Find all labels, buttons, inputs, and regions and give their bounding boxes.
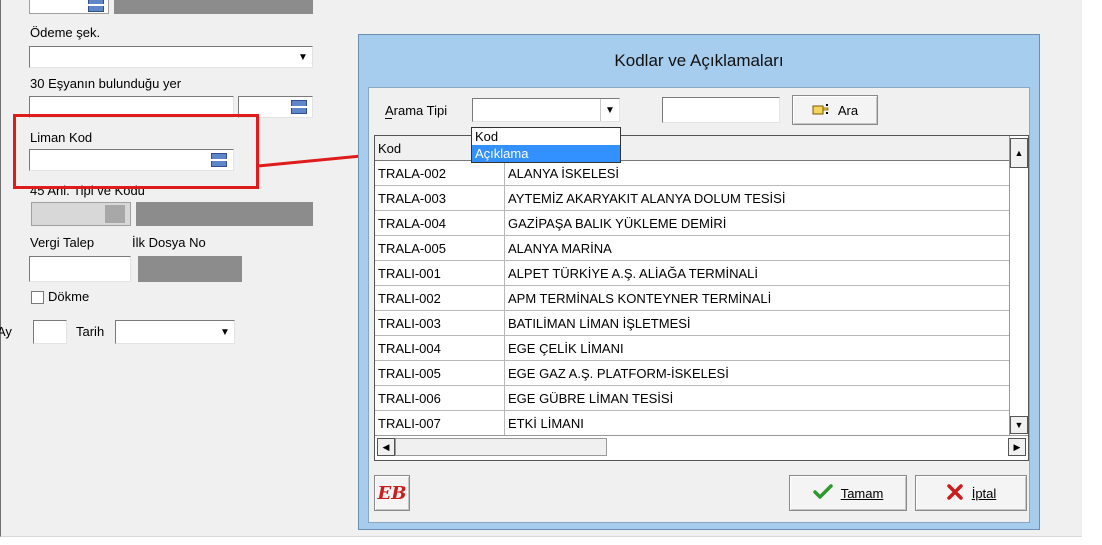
cell-kod: TRALI-006 — [375, 386, 505, 410]
cell-aciklama: APM TERMİNALS KONTEYNER TERMİNALİ — [508, 290, 772, 306]
cancel-x-icon — [946, 483, 964, 503]
arama-tipi-label: Arama Tipi — [385, 103, 448, 118]
esya-label: 30 Eşyanın bulunduğu yer — [30, 76, 182, 91]
top-gray-field — [114, 0, 313, 14]
cell-kod: TRALI-005 — [375, 361, 505, 385]
cell-kod: TRALA-003 — [375, 186, 505, 210]
anl-field[interactable] — [31, 202, 131, 226]
cell-aciklama: ETKİ LİMANI — [508, 415, 584, 431]
tarih-label: Tarih — [76, 324, 105, 339]
odeme-combo[interactable]: ▼ — [29, 46, 313, 68]
arama-tipi-combo[interactable]: ▼ — [472, 98, 620, 122]
iptal-label: İptal — [971, 485, 997, 501]
search-input[interactable] — [662, 97, 780, 123]
chevron-down-icon[interactable]: ▼ — [600, 99, 619, 121]
annotation-box — [13, 114, 259, 189]
tamam-label: Tamam — [840, 485, 884, 501]
search-hand-icon — [812, 103, 830, 117]
cell-kod: TRALI-001 — [375, 261, 505, 285]
cell-aciklama: AYTEMİZ AKARYAKIT ALANYA DOLUM TESİSİ — [508, 190, 786, 206]
cell-kod: TRALA-002 — [375, 161, 505, 185]
vergi-label: Vergi Talep — [30, 235, 95, 250]
vertical-scrollbar[interactable]: ▲ ▼ — [1009, 136, 1028, 436]
table-row[interactable]: TRALI-003 BATILİMAN LİMAN İŞLETMESİ — [375, 311, 1011, 336]
table-row[interactable]: TRALI-001 ALPET TÜRKİYE A.Ş. ALİAĞA TERMİ… — [375, 261, 1011, 286]
lookup-icon — [290, 100, 308, 114]
dokme-checkbox[interactable] — [31, 291, 44, 304]
cell-aciklama: GAZİPAŞA BALIK YÜKLEME DEMİRİ — [508, 215, 727, 231]
dropdown-option-aciklama[interactable]: Açıklama — [472, 145, 620, 162]
dialog-title: Kodlar ve Açıklamaları — [614, 51, 784, 70]
table-row[interactable]: TRALA-003 AYTEMİZ AKARYAKIT ALANYA DOLUM … — [375, 186, 1011, 211]
horizontal-thumb[interactable] — [395, 438, 607, 456]
esya-lookup-button[interactable] — [288, 97, 310, 117]
cell-kod: TRALI-002 — [375, 286, 505, 310]
iptal-button[interactable]: İptal — [915, 475, 1027, 511]
cell-kod: TRALI-004 — [375, 336, 505, 360]
arama-tipi-underline — [385, 118, 392, 119]
cell-kod: TRALI-007 — [375, 411, 505, 435]
anl-button[interactable] — [105, 205, 125, 223]
chevron-down-icon[interactable]: ▼ — [216, 321, 234, 343]
arama-tipi-dropdown-list: Kod Açıklama — [471, 127, 621, 163]
horizontal-scrollbar[interactable]: ◀ ▶ — [375, 435, 1028, 460]
scroll-right-icon[interactable]: ▶ — [1008, 438, 1026, 456]
eb-logo: EB — [377, 482, 407, 504]
cell-aciklama: ALPET TÜRKİYE A.Ş. ALİAĞA TERMİNALİ — [508, 265, 758, 281]
eb-logo-button[interactable]: EB — [374, 475, 410, 511]
anl-gray-field — [136, 202, 313, 226]
scroll-left-icon[interactable]: ◀ — [377, 438, 395, 456]
table-row[interactable]: TRALI-002 APM TERMİNALS KONTEYNER TERMİNA… — [375, 286, 1011, 311]
ilk-dosya-label: İlk Dosya No — [132, 235, 206, 250]
ara-button[interactable]: Ara — [792, 95, 878, 125]
table-row[interactable]: TRALI-005 EGE GAZ A.Ş. PLATFORM-İSKELESİ — [375, 361, 1011, 386]
tamam-button[interactable]: Tamam — [789, 475, 907, 511]
table-row[interactable]: TRALI-006 EGE GÜBRE LİMAN TESİSİ — [375, 386, 1011, 411]
vergi-field[interactable] — [29, 256, 131, 282]
codes-grid[interactable]: Kod TRALA-002 ALANYA İSKELESİ TRALA-003 AYT… — [374, 135, 1029, 461]
top-field[interactable] — [29, 0, 109, 14]
ara-label: Ara — [837, 102, 859, 118]
scroll-up-icon[interactable]: ▲ — [1010, 138, 1028, 168]
check-icon — [812, 483, 833, 503]
cell-aciklama: EGE ÇELİK LİMANI — [508, 340, 624, 356]
cell-kod: TRALI-003 — [375, 311, 505, 335]
cell-aciklama: BATILİMAN LİMAN İŞLETMESİ — [508, 315, 691, 331]
cell-kod: TRALA-005 — [375, 236, 505, 260]
odeme-label: Ödeme şek. — [30, 25, 101, 40]
cell-kod: TRALA-004 — [375, 211, 505, 235]
scroll-down-icon[interactable]: ▼ — [1010, 416, 1028, 434]
cell-aciklama: EGE GÜBRE LİMAN TESİSİ — [508, 390, 674, 406]
top-lookup-button[interactable] — [85, 0, 107, 15]
dokme-label: Dökme — [48, 289, 90, 304]
lookup-icon — [87, 0, 105, 12]
table-row[interactable]: TRALA-002 ALANYA İSKELESİ — [375, 161, 1011, 186]
cell-aciklama: ALANYA İSKELESİ — [508, 165, 620, 181]
table-row[interactable]: TRALA-004 GAZİPAŞA BALIK YÜKLEME DEMİRİ — [375, 211, 1011, 236]
table-row[interactable]: TRALA-005 ALANYA MARİNA — [375, 236, 1011, 261]
table-row[interactable]: TRALI-004 EGE ÇELİK LİMANI — [375, 336, 1011, 361]
cell-aciklama: ALANYA MARİNA — [508, 240, 612, 256]
ay-label: Ay — [0, 324, 12, 339]
tarih-combo[interactable]: ▼ — [115, 320, 235, 344]
ay-field[interactable] — [33, 320, 67, 344]
chevron-down-icon[interactable]: ▼ — [294, 47, 312, 67]
cell-aciklama: EGE GAZ A.Ş. PLATFORM-İSKELESİ — [508, 365, 729, 381]
dropdown-option-kod[interactable]: Kod — [472, 128, 620, 145]
ilk-dosya-field — [138, 256, 242, 282]
table-row[interactable]: TRALI-007 ETKİ LİMANI — [375, 411, 1011, 436]
